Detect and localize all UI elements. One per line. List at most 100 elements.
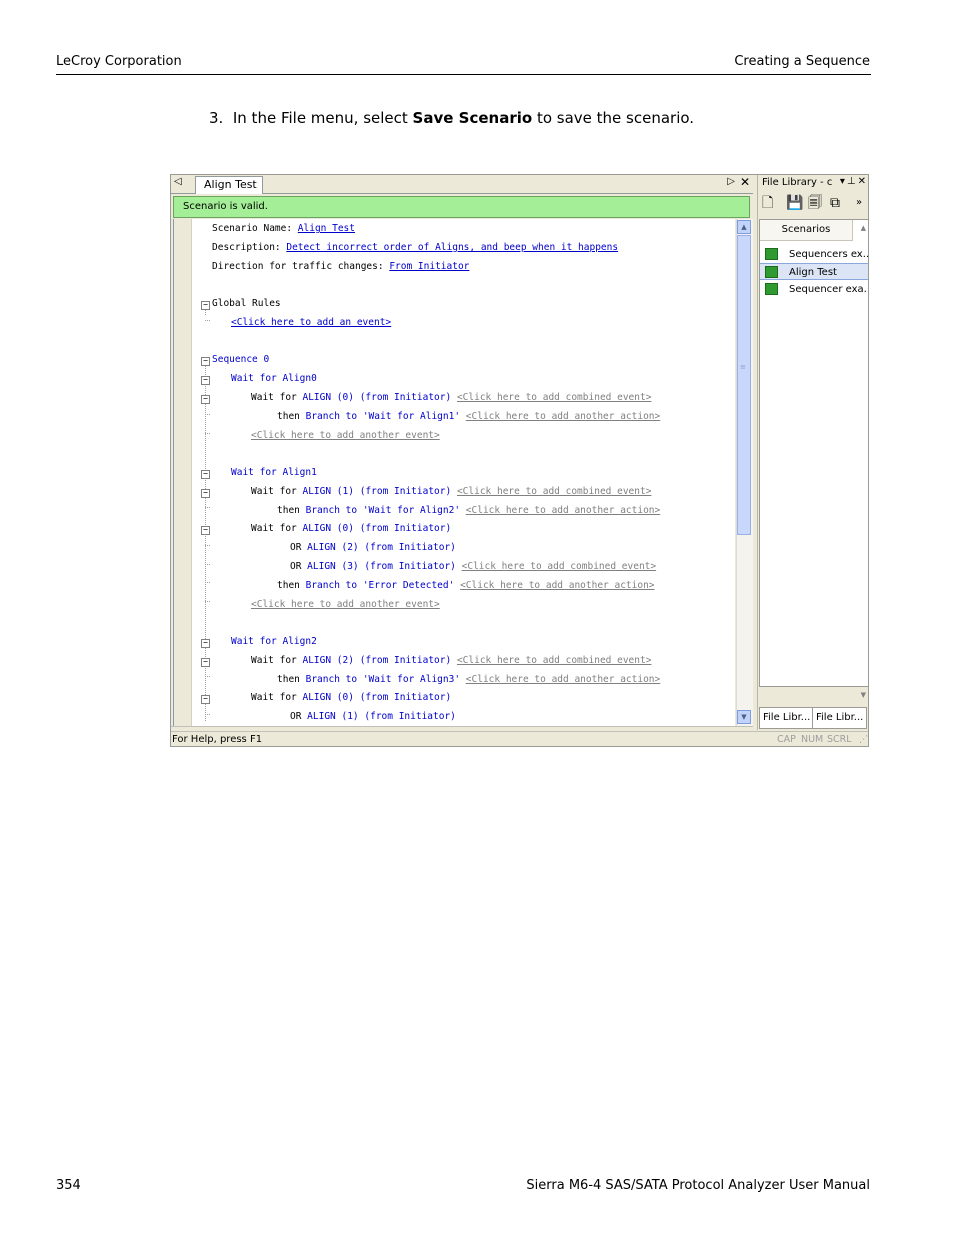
scroll-up-icon[interactable]: ▲ <box>861 224 866 232</box>
event-direction[interactable]: (from Initiator) <box>364 711 456 722</box>
state-wait-align2[interactable]: Wait for Align2 <box>231 636 317 648</box>
add-another-event-link[interactable]: <Click here to add another event> <box>251 599 440 611</box>
branch-to-text[interactable]: Branch to <box>306 505 363 516</box>
collapse-toggle[interactable]: − <box>201 695 210 704</box>
scenario-editor[interactable]: − − − − − − − − − − Scenario Name: Align… <box>173 219 735 726</box>
add-action-link[interactable]: <Click here to add another action> <box>466 505 660 516</box>
event-direction[interactable]: (from Initiator) <box>360 655 452 666</box>
branch-target[interactable]: 'Error Detected' <box>363 580 455 591</box>
dropdown-icon[interactable]: ▾ <box>840 176 847 187</box>
more-icon[interactable]: » <box>856 195 868 211</box>
scroll-right-icon[interactable]: ▷ <box>727 176 735 187</box>
state-wait-align1[interactable]: Wait for Align1 <box>231 467 317 479</box>
collapse-toggle[interactable]: − <box>201 395 210 404</box>
add-another-event-link[interactable]: <Click here to add another event> <box>251 430 440 442</box>
collapse-toggle[interactable]: − <box>201 526 210 535</box>
event-direction[interactable]: (from Initiator) <box>360 692 452 703</box>
tree-tick <box>205 545 210 546</box>
tab-file-library-1[interactable]: File Libr... <box>759 707 815 729</box>
scroll-down-icon[interactable]: ▼ <box>737 710 751 724</box>
editor-scrollbar[interactable]: ▲ ≡ ▼ <box>736 219 753 726</box>
event-direction[interactable]: (from Initiator) <box>364 542 456 553</box>
event-direction[interactable]: (from Initiator) <box>360 486 452 497</box>
wait-for-text: Wait for <box>251 523 303 534</box>
event-align[interactable]: ALIGN (1) <box>307 711 358 722</box>
collapse-toggle[interactable]: − <box>201 489 210 498</box>
tree-tick <box>205 320 210 321</box>
event-line: Wait for ALIGN (1) (from Initiator) <Cli… <box>251 486 651 498</box>
action-line: then Branch to 'Error Detected' <Click h… <box>277 580 655 592</box>
scenario-name-label: Scenario Name: <box>212 223 298 234</box>
sequence-label[interactable]: Sequence 0 <box>212 354 269 366</box>
add-combined-link[interactable]: <Click here to add combined event> <box>462 561 656 572</box>
add-combined-link[interactable]: <Click here to add combined event> <box>457 655 651 666</box>
tree-tick <box>205 582 210 583</box>
num-indicator: NUM <box>801 734 824 745</box>
event-align[interactable]: ALIGN (1) <box>302 486 353 497</box>
scrollbar-thumb[interactable] <box>737 235 751 535</box>
close-icon[interactable]: ✕ <box>740 175 750 189</box>
event-align[interactable]: ALIGN (2) <box>302 655 353 666</box>
event-align[interactable]: ALIGN (0) <box>302 392 353 403</box>
scenario-name-link[interactable]: Align Test <box>298 223 355 234</box>
scenarios-column-header[interactable]: Scenarios <box>760 220 853 241</box>
list-item[interactable]: Sequencers ex... <box>760 246 868 263</box>
panel-controls: ▾⊥✕ <box>840 176 868 187</box>
event-direction[interactable]: (from Initiator) <box>364 561 456 572</box>
add-combined-link[interactable]: <Click here to add combined event> <box>457 392 651 403</box>
app-screenshot: ◁ Align Test ▷ ✕ Scenario is valid. − − … <box>170 174 869 747</box>
collapse-toggle[interactable]: − <box>201 376 210 385</box>
tree-tick <box>205 414 210 415</box>
list-item[interactable]: Sequencer exa... <box>760 281 868 298</box>
branch-target[interactable]: 'Wait for Align3' <box>363 674 460 685</box>
new-file-icon[interactable]: 🗋 <box>762 195 778 211</box>
list-item[interactable]: Align Test <box>760 263 868 280</box>
event-direction[interactable]: (from Initiator) <box>360 392 452 403</box>
branch-target[interactable]: 'Wait for Align2' <box>363 505 460 516</box>
page-number: 354 <box>56 1178 81 1193</box>
branch-to-text[interactable]: Branch to <box>306 580 363 591</box>
collapse-toggle[interactable]: − <box>201 301 210 310</box>
step-bold: Save Scenario <box>412 109 533 127</box>
collapse-toggle[interactable]: − <box>201 658 210 667</box>
tab-align-test[interactable]: Align Test <box>195 176 263 194</box>
collapse-toggle[interactable]: − <box>201 470 210 479</box>
scroll-left-icon[interactable]: ◁ <box>174 176 182 187</box>
collapse-toggle[interactable]: − <box>201 357 210 366</box>
tab-file-library-2[interactable]: File Libr... <box>812 707 868 729</box>
state-wait-align0[interactable]: Wait for Align0 <box>231 373 317 385</box>
event-line: Wait for ALIGN (0) (from Initiator) <Cli… <box>251 392 651 404</box>
save-all-icon[interactable]: 🗐 <box>808 195 824 211</box>
branch-target[interactable]: 'Wait for Align1' <box>363 411 460 422</box>
add-action-link[interactable]: <Click here to add another action> <box>466 411 660 422</box>
file-library-title: File Library - c <box>762 177 833 188</box>
resize-grip-icon[interactable]: ⋰ <box>859 732 868 746</box>
wait-for-text: Wait for <box>251 486 303 497</box>
event-align[interactable]: ALIGN (3) <box>307 561 358 572</box>
event-align[interactable]: ALIGN (0) <box>302 523 353 534</box>
event-align[interactable]: ALIGN (2) <box>307 542 358 553</box>
save-icon[interactable]: 💾 <box>786 195 803 211</box>
scenario-file-icon <box>765 248 778 260</box>
or-text: OR <box>290 542 308 553</box>
then-text: then <box>277 580 306 591</box>
event-direction[interactable]: (from Initiator) <box>360 523 452 534</box>
add-combined-link[interactable]: <Click here to add combined event> <box>457 486 651 497</box>
scenario-list: Scenarios ▲ Sequencers ex... Align Test … <box>759 219 868 687</box>
description-link[interactable]: Detect incorrect order of Aligns, and be… <box>286 242 618 253</box>
scroll-down-icon[interactable]: ▼ <box>861 691 866 699</box>
branch-to-text[interactable]: Branch to <box>306 674 363 685</box>
copy-icon[interactable]: ⧉ <box>830 195 846 211</box>
scroll-up-icon[interactable]: ▲ <box>737 220 751 234</box>
pin-icon[interactable]: ⊥ <box>847 176 858 187</box>
close-icon[interactable]: ✕ <box>858 176 868 187</box>
collapse-toggle[interactable]: − <box>201 639 210 648</box>
add-action-link[interactable]: <Click here to add another action> <box>460 580 654 591</box>
direction-link[interactable]: From Initiator <box>389 261 469 272</box>
action-line: then Branch to 'Wait for Align3' <Click … <box>277 674 660 686</box>
branch-to-text[interactable]: Branch to <box>306 411 363 422</box>
event-align[interactable]: ALIGN (0) <box>302 692 353 703</box>
add-action-link[interactable]: <Click here to add another action> <box>466 674 660 685</box>
add-event-link[interactable]: <Click here to add an event> <box>231 317 391 329</box>
tree-line <box>205 379 206 439</box>
